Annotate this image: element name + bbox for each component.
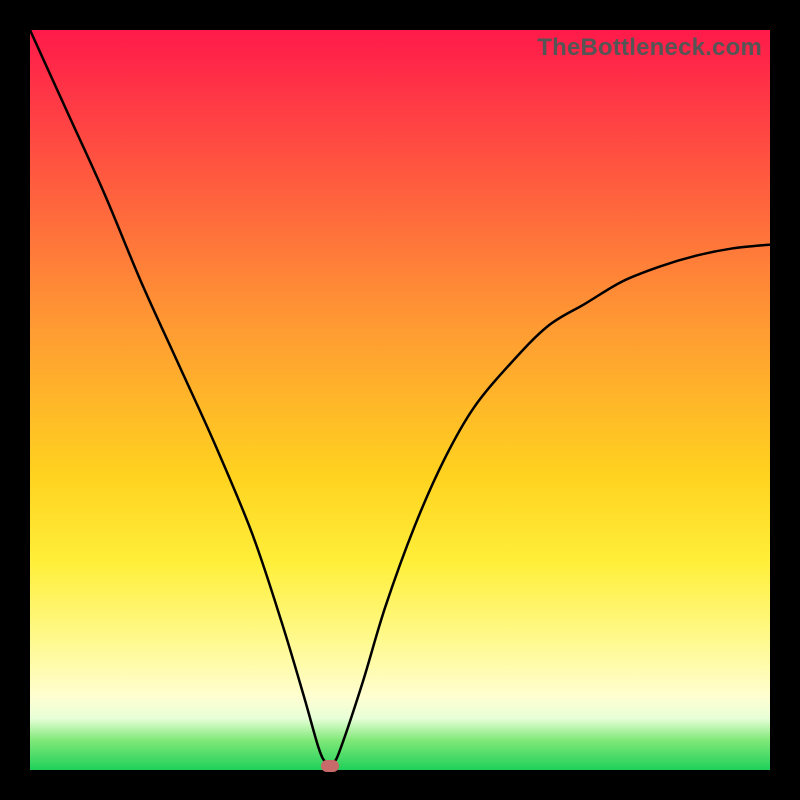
chart-frame: TheBottleneck.com — [0, 0, 800, 800]
chart-plot-area: TheBottleneck.com — [30, 30, 770, 770]
optimal-point-marker — [321, 760, 339, 772]
bottleneck-curve — [30, 30, 770, 770]
